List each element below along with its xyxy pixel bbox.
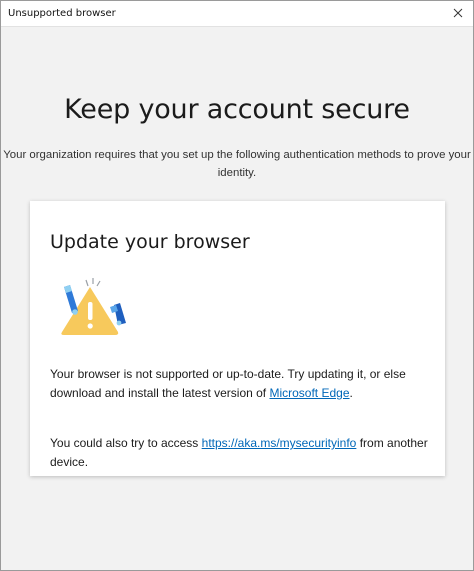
close-icon bbox=[453, 5, 463, 23]
title-bar: Unsupported browser bbox=[1, 1, 473, 27]
warning-browser-illustration bbox=[52, 277, 132, 339]
alternate-device-message: You could also try to access https://aka… bbox=[50, 434, 430, 472]
page-title: Keep your account secure bbox=[64, 94, 410, 125]
close-button[interactable] bbox=[443, 1, 473, 26]
update-browser-card: Update your browser Your browser is not … bbox=[30, 201, 445, 476]
dialog-window: Unsupported browser Keep your account se… bbox=[0, 0, 474, 571]
card-title: Update your browser bbox=[50, 231, 250, 253]
dialog-content: Keep your account secure Your organizati… bbox=[1, 28, 473, 570]
microsoft-edge-link[interactable]: Microsoft Edge bbox=[269, 386, 349, 400]
alternate-text: You could also try to access bbox=[50, 436, 202, 450]
message-suffix: . bbox=[349, 386, 353, 400]
page-subtitle: Your organization requires that you set … bbox=[3, 149, 471, 179]
window-title: Unsupported browser bbox=[8, 8, 116, 19]
browser-unsupported-message: Your browser is not supported or up-to-d… bbox=[50, 365, 430, 403]
security-info-link[interactable]: https://aka.ms/mysecurityinfo bbox=[202, 436, 357, 450]
